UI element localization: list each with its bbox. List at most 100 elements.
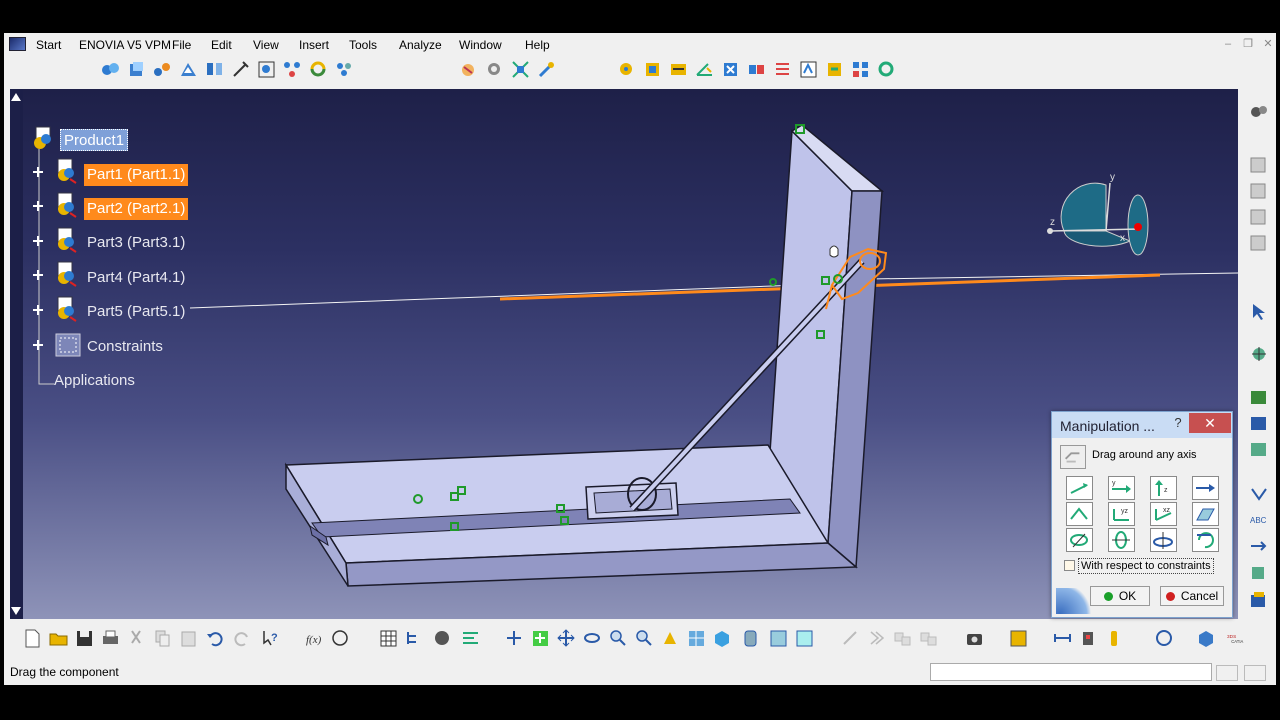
iso-view-icon[interactable] bbox=[712, 628, 733, 649]
fix-component-icon[interactable] bbox=[720, 59, 741, 80]
multi-instantiation-icon[interactable] bbox=[282, 59, 303, 80]
table-icon[interactable] bbox=[378, 628, 399, 649]
tree-node-part1[interactable]: Part1 (Part1.1) bbox=[84, 164, 189, 186]
dialog-help-button[interactable]: ? bbox=[1170, 415, 1186, 433]
translate-yz-plane-icon[interactable]: yz bbox=[1108, 502, 1135, 526]
ungroup-icon[interactable] bbox=[918, 628, 939, 649]
open-file-icon[interactable] bbox=[48, 628, 69, 649]
new-part-icon[interactable] bbox=[152, 59, 173, 80]
translate-direction-icon[interactable] bbox=[1192, 476, 1219, 500]
dialog-close-button[interactable]: ✕ bbox=[1189, 413, 1231, 433]
zoom-out-icon[interactable] bbox=[634, 628, 655, 649]
menu-enovia[interactable]: ENOVIA V5 VPM bbox=[79, 38, 171, 52]
hide-show-icon[interactable] bbox=[768, 628, 789, 649]
copy-icon[interactable] bbox=[152, 628, 173, 649]
multi-view-icon[interactable] bbox=[686, 628, 707, 649]
translate-y-icon[interactable]: y bbox=[1108, 476, 1135, 500]
quick-constraint-icon[interactable] bbox=[772, 59, 793, 80]
distance-icon[interactable] bbox=[1248, 233, 1270, 255]
part4-icon[interactable] bbox=[52, 260, 80, 288]
catalog-browser-icon[interactable] bbox=[432, 628, 453, 649]
pan-icon[interactable] bbox=[556, 628, 577, 649]
zoom-in-icon[interactable] bbox=[608, 628, 629, 649]
cut-icon[interactable] bbox=[126, 628, 147, 649]
translate-z-icon[interactable]: z bbox=[1150, 476, 1177, 500]
rotate-z-icon[interactable] bbox=[1150, 528, 1177, 552]
menu-file[interactable]: File bbox=[172, 38, 191, 52]
swap-visible-space-icon[interactable] bbox=[794, 628, 815, 649]
rotate-axis-icon[interactable] bbox=[1192, 528, 1219, 552]
angle-constraint-icon[interactable] bbox=[694, 59, 715, 80]
analysis-icon[interactable] bbox=[840, 628, 861, 649]
expand-part4-icon[interactable] bbox=[32, 268, 44, 280]
paste-icon[interactable] bbox=[178, 628, 199, 649]
translate-xz-plane-icon[interactable]: xz bbox=[1150, 502, 1177, 526]
measure-icon[interactable] bbox=[460, 628, 481, 649]
menu-view[interactable]: View bbox=[253, 38, 279, 52]
rotate-x-icon[interactable] bbox=[1066, 528, 1093, 552]
tree-node-part5[interactable]: Part5 (Part5.1) bbox=[84, 301, 188, 323]
distance-band-icon[interactable] bbox=[1052, 628, 1073, 649]
knowledge-icon[interactable] bbox=[330, 628, 351, 649]
space-analysis-icon[interactable] bbox=[1248, 155, 1270, 177]
part2-icon[interactable] bbox=[52, 191, 80, 219]
menu-analyze[interactable]: Analyze bbox=[399, 38, 442, 52]
product-icon[interactable] bbox=[30, 125, 58, 153]
snap-icon[interactable] bbox=[484, 59, 505, 80]
ok-button[interactable]: OK bbox=[1090, 586, 1150, 606]
tree-node-part4[interactable]: Part4 (Part4.1) bbox=[84, 267, 188, 289]
power-input-field[interactable] bbox=[930, 663, 1212, 681]
weld-icon[interactable] bbox=[1248, 483, 1270, 505]
existing-component-icon[interactable] bbox=[178, 59, 199, 80]
workbench-icon[interactable] bbox=[1248, 101, 1270, 123]
capture-icon[interactable] bbox=[964, 628, 985, 649]
flag-note-icon[interactable] bbox=[1248, 439, 1270, 461]
contact-constraint-icon[interactable] bbox=[642, 59, 663, 80]
text-annotation-icon[interactable] bbox=[1248, 413, 1270, 435]
tree-node-applications[interactable]: Applications bbox=[51, 370, 138, 392]
sectioning-icon[interactable] bbox=[1248, 207, 1270, 229]
menu-tools[interactable]: Tools bbox=[349, 38, 377, 52]
stop-on-clash-icon[interactable] bbox=[536, 59, 557, 80]
tree-node-part3[interactable]: Part3 (Part3.1) bbox=[84, 232, 188, 254]
shading-icon[interactable] bbox=[740, 628, 761, 649]
new-product-icon[interactable] bbox=[126, 59, 147, 80]
close-window-button[interactable]: ✕ bbox=[1260, 37, 1276, 51]
formula-icon[interactable]: f(x) bbox=[304, 628, 325, 649]
flexible-subassembly-icon[interactable] bbox=[798, 59, 819, 80]
compass-settings-icon[interactable] bbox=[1248, 343, 1270, 365]
annotation-icon[interactable] bbox=[1248, 387, 1270, 409]
arrow-icon[interactable] bbox=[1248, 535, 1270, 557]
offset-constraint-icon[interactable] bbox=[668, 59, 689, 80]
rotate-y-icon[interactable] bbox=[1108, 528, 1135, 552]
change-constraint-icon[interactable] bbox=[824, 59, 845, 80]
expand-part1-icon[interactable] bbox=[32, 165, 44, 177]
drag-any-axis-icon[interactable] bbox=[1060, 445, 1086, 469]
constraints-icon[interactable] bbox=[54, 331, 82, 359]
expand-part3-icon[interactable] bbox=[32, 234, 44, 246]
coincidence-constraint-icon[interactable] bbox=[616, 59, 637, 80]
new-file-icon[interactable] bbox=[22, 628, 43, 649]
cancel-button[interactable]: Cancel bbox=[1160, 586, 1224, 606]
graph-tree-icon[interactable] bbox=[230, 59, 251, 80]
save-icon[interactable] bbox=[74, 628, 95, 649]
respect-constraints-row[interactable]: With respect to constraints bbox=[1064, 558, 1228, 576]
clearance-icon[interactable] bbox=[1078, 628, 1099, 649]
ergonomics-icon[interactable] bbox=[1008, 628, 1029, 649]
update-icon[interactable] bbox=[876, 59, 897, 80]
translate-x-icon[interactable] bbox=[1066, 476, 1093, 500]
tree-node-product1[interactable]: Product1 bbox=[60, 129, 129, 151]
compass-widget[interactable]: y z x bbox=[1040, 169, 1160, 259]
bottle-icon[interactable] bbox=[1104, 628, 1125, 649]
clash-icon[interactable] bbox=[1248, 181, 1270, 203]
menu-start[interactable]: Start bbox=[36, 38, 61, 52]
next-icon[interactable] bbox=[866, 628, 887, 649]
rotate-icon[interactable] bbox=[582, 628, 603, 649]
group-icon[interactable] bbox=[892, 628, 913, 649]
menu-insert[interactable]: Insert bbox=[299, 38, 329, 52]
status-button-2[interactable] bbox=[1244, 665, 1266, 681]
expand-part5-icon[interactable] bbox=[32, 303, 44, 315]
tree-node-part2[interactable]: Part2 (Part2.1) bbox=[84, 198, 189, 220]
drag-any-axis-row[interactable]: Drag around any axis bbox=[1060, 445, 1226, 469]
explode-icon[interactable] bbox=[510, 59, 531, 80]
